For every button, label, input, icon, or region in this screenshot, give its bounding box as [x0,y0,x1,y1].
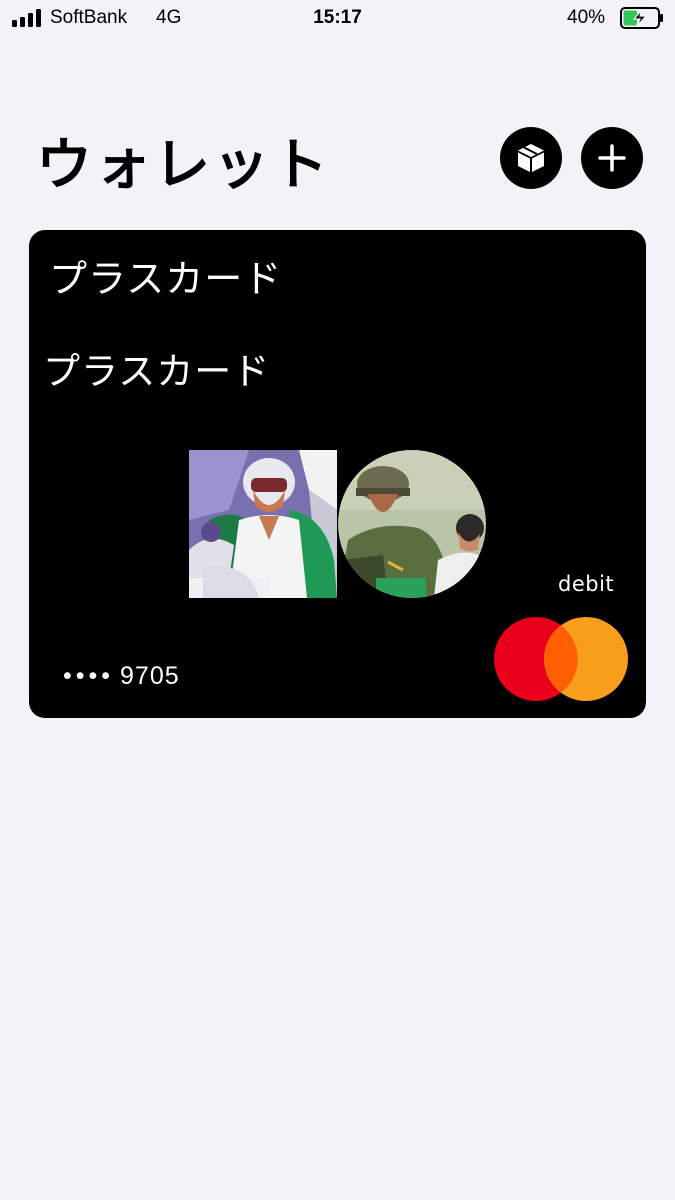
orders-button[interactable] [500,127,562,189]
card-number-masked: •••• 9705 [63,662,180,691]
card-art-rider-circle [338,450,486,598]
card-art-rider-square [189,450,337,598]
card-name-label: プラスカード [49,257,283,301]
package-box-icon [518,144,544,172]
status-bar: SoftBank 4G 15:17 40% [0,0,675,38]
mastercard-logo [494,617,628,701]
plus-icon [598,144,626,172]
card-last-four: 9705 [120,662,180,690]
wallet-card[interactable]: プラスカード プラスカード debit •••• 9705 [29,230,646,718]
battery-charging-icon [620,7,663,29]
masked-digits: •••• [63,662,115,690]
page-title: ウォレット [36,133,331,198]
add-card-button[interactable] [581,127,643,189]
card-art-name: プラスカード [43,350,271,393]
battery-percent: 40% [567,7,606,28]
card-type-label: debit [558,572,615,596]
